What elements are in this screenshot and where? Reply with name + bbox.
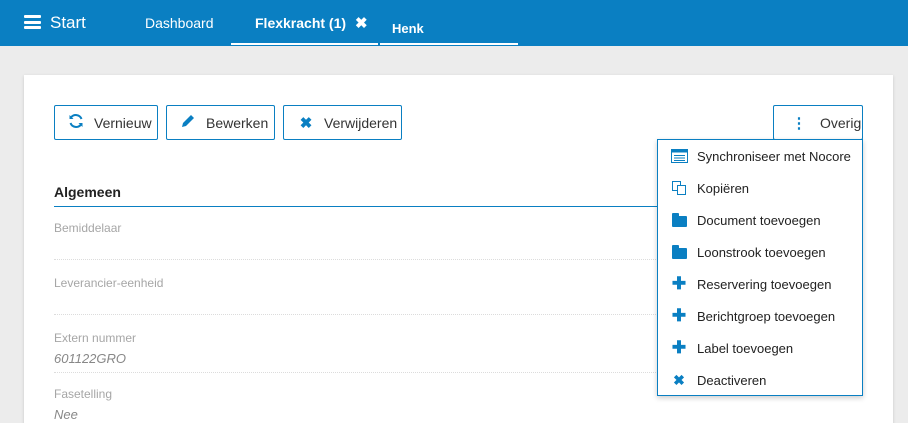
- close-tab-icon[interactable]: ✖: [355, 15, 368, 32]
- vertical-ellipsis-icon: ⋮: [791, 114, 807, 132]
- plus-icon: ✚: [671, 306, 687, 325]
- menu-item-label-toevoegen[interactable]: ✚ Label toevoegen: [658, 332, 862, 364]
- menu-item-kopieren[interactable]: Kopiëren: [658, 172, 862, 204]
- menu-item-synchroniseer[interactable]: Synchroniseer met Nocore: [658, 140, 862, 172]
- overig-dropdown-menu: Synchroniseer met Nocore Kopiëren Docume…: [657, 139, 863, 396]
- edit-label: Bewerken: [206, 114, 269, 131]
- tab-henk-grotebroek[interactable]: Henk Grotebroek✖: [380, 0, 518, 95]
- delete-button[interactable]: ✖ Verwijderen: [283, 105, 402, 140]
- start-link[interactable]: Start: [50, 13, 86, 33]
- close-icon: ✖: [673, 371, 685, 388]
- pencil-icon: [180, 113, 196, 133]
- field-label: Leverancier-eenheid: [54, 276, 164, 290]
- field-label: Extern nummer: [54, 331, 137, 345]
- refresh-label: Vernieuw: [94, 114, 152, 131]
- menu-item-loonstrook-toevoegen[interactable]: Loonstrook toevoegen: [658, 236, 862, 268]
- tab-dashboard[interactable]: Dashboard: [145, 0, 214, 46]
- field-leverancier-eenheid: Leverancier-eenheid: [54, 276, 660, 315]
- menu-item-deactiveren[interactable]: ✖ Deactiveren: [658, 364, 862, 396]
- tab-dashboard-label: Dashboard: [145, 15, 214, 31]
- other-actions-button[interactable]: ⋮ Overig: [773, 105, 863, 140]
- plus-icon: ✚: [671, 338, 687, 357]
- menu-item-label: Berichtgroep toevoegen: [697, 308, 836, 324]
- other-label: Overig: [820, 114, 862, 131]
- menu-item-label: Kopiëren: [697, 180, 750, 196]
- delete-label: Verwijderen: [324, 114, 398, 131]
- field-fasetelling: Fasetelling Nee: [54, 387, 660, 423]
- plus-icon: ✚: [671, 274, 687, 293]
- top-navigation-bar: Start Dashboard Flexkracht (1) ✖ Henk Gro…: [0, 0, 908, 95]
- close-icon: ✖: [299, 114, 313, 132]
- menu-item-label: Document toevoegen: [697, 212, 821, 228]
- field-extern-nummer: Extern nummer 601122GRO: [54, 331, 660, 373]
- menu-item-label: Synchroniseer met Nocore: [697, 148, 851, 164]
- menu-item-label: Reservering toevoegen: [697, 276, 832, 292]
- menu-item-reservering-toevoegen[interactable]: ✚ Reservering toevoegen: [658, 268, 862, 300]
- field-label: Fasetelling: [54, 387, 113, 401]
- section-title: Algemeen: [54, 184, 121, 200]
- menu-item-document-toevoegen[interactable]: Document toevoegen: [658, 204, 862, 236]
- section-divider: [54, 206, 660, 207]
- field-value: Nee: [54, 407, 78, 422]
- refresh-icon: [68, 113, 84, 133]
- hamburger-menu-icon[interactable]: [24, 15, 41, 29]
- field-value: 601122GRO: [54, 351, 127, 366]
- folder-icon: [670, 212, 688, 227]
- field-bemiddelaar: Bemiddelaar: [54, 221, 660, 260]
- field-label: Bemiddelaar: [54, 221, 122, 235]
- folder-icon: [670, 244, 688, 259]
- menu-item-label: Loonstrook toevoegen: [697, 244, 826, 260]
- refresh-button[interactable]: Vernieuw: [54, 105, 158, 140]
- edit-button[interactable]: Bewerken: [166, 105, 275, 140]
- menu-item-label: Label toevoegen: [697, 340, 794, 356]
- copy-icon: [670, 180, 688, 196]
- tab-flexkracht[interactable]: Flexkracht (1) ✖: [231, 0, 378, 46]
- sync-list-icon: [670, 149, 688, 163]
- tab-flexkracht-label: Flexkracht (1): [255, 15, 347, 31]
- menu-item-label: Deactiveren: [697, 372, 767, 388]
- menu-item-berichtgroep-toevoegen[interactable]: ✚ Berichtgroep toevoegen: [658, 300, 862, 332]
